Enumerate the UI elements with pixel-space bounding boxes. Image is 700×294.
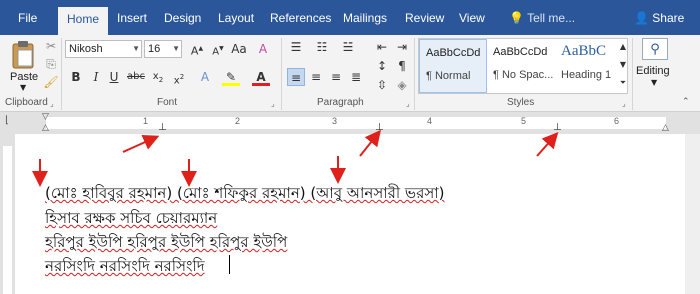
annotation-arrows: [32, 129, 559, 187]
annotation-arrow: [359, 129, 381, 157]
annotation-arrow: [536, 132, 559, 157]
annotation-arrow: [122, 134, 160, 153]
